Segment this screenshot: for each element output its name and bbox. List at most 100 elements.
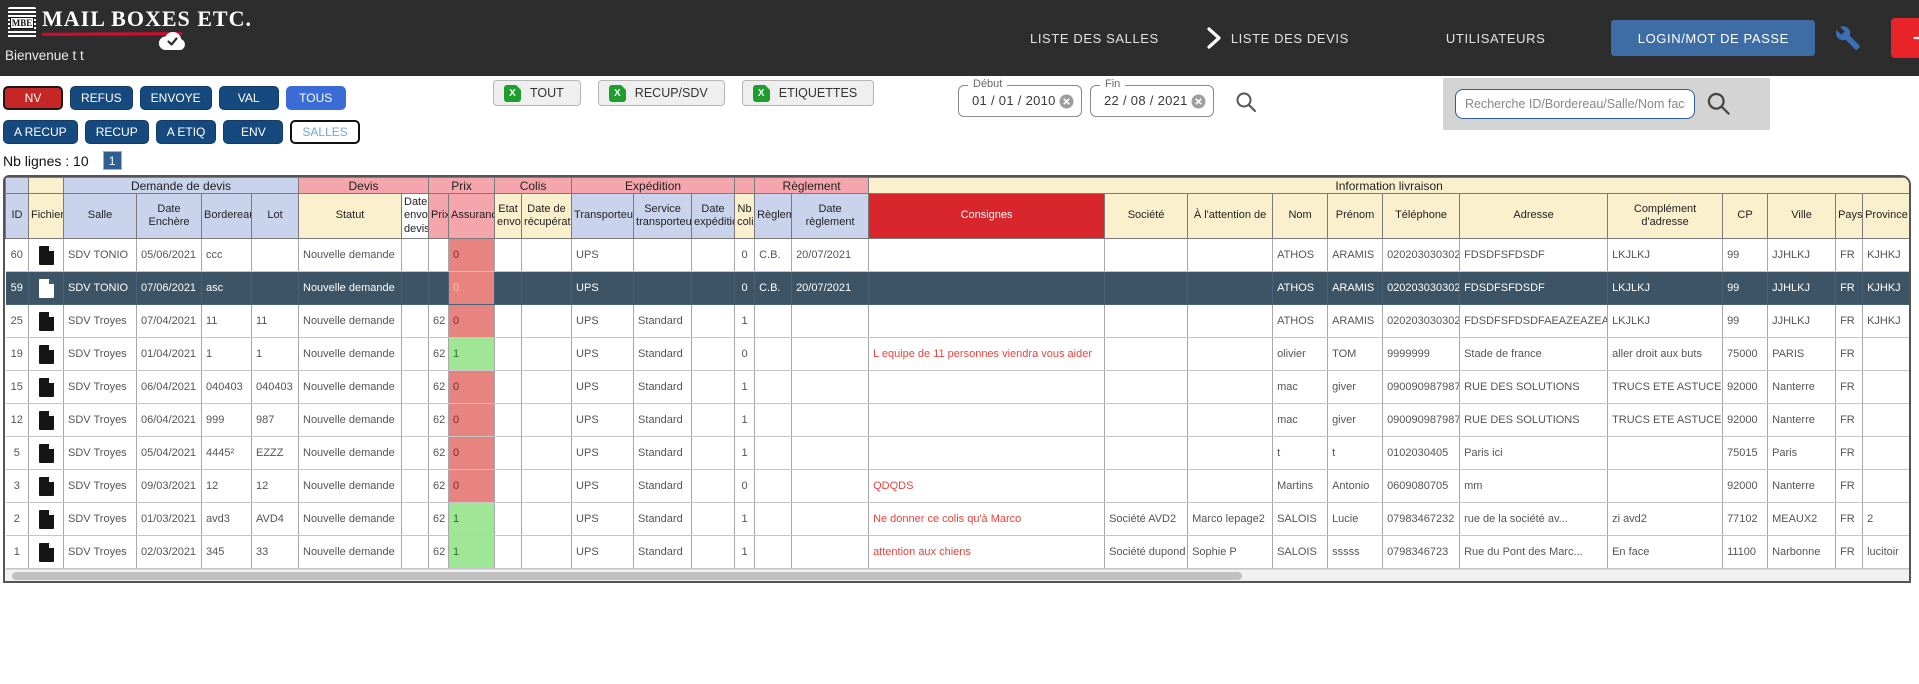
column-header-telephone[interactable]: Téléphone bbox=[1383, 194, 1460, 239]
export-button-etiquettes[interactable]: XETIQUETTES bbox=[742, 80, 874, 106]
file-icon[interactable] bbox=[39, 510, 54, 529]
cell-date_envoi_devis bbox=[402, 338, 429, 371]
filter-button-tous[interactable]: TOUS bbox=[286, 86, 346, 110]
filter-button-nv[interactable]: NV bbox=[3, 86, 63, 110]
column-header-transporteur[interactable]: Transporteur bbox=[572, 194, 634, 239]
column-header-consignes[interactable]: Consignes bbox=[869, 194, 1105, 239]
file-icon[interactable] bbox=[39, 279, 54, 298]
search-icon[interactable] bbox=[1705, 90, 1732, 122]
table-row-id-5[interactable]: 5SDV Troyes05/04/20214445²EZZZNouvelle d… bbox=[6, 437, 1910, 470]
table-row-id-1[interactable]: 1SDV Troyes02/03/202134533Nouvelle deman… bbox=[6, 536, 1910, 569]
cell-adresse: Paris ici bbox=[1460, 437, 1608, 470]
nav-utilisateurs[interactable]: UTILISATEURS bbox=[1446, 31, 1545, 46]
cell-ville: MEAUX2 bbox=[1768, 503, 1836, 536]
column-header-cp[interactable]: CP bbox=[1723, 194, 1768, 239]
nav-liste-des-salles[interactable]: LISTE DES SALLES bbox=[1030, 31, 1159, 46]
column-header-ville[interactable]: Ville bbox=[1768, 194, 1836, 239]
export-button-tout[interactable]: XTOUT bbox=[493, 80, 581, 106]
cell-consignes: L equipe de 11 personnes viendra vous ai… bbox=[869, 338, 1105, 371]
filter-button-a-etiq[interactable]: A ETIQ bbox=[156, 120, 217, 144]
file-icon[interactable] bbox=[39, 312, 54, 331]
login-password-button[interactable]: LOGIN/MOT DE PASSE bbox=[1611, 20, 1815, 56]
search-input[interactable] bbox=[1455, 89, 1695, 119]
cell-lot: AVD4 bbox=[252, 503, 299, 536]
table-row-id-12[interactable]: 12SDV Troyes06/04/2021999987Nouvelle dem… bbox=[6, 404, 1910, 437]
column-header-statut[interactable]: Statut bbox=[299, 194, 402, 239]
filter-button-envoye[interactable]: ENVOYE bbox=[140, 86, 212, 110]
table-row-id-60[interactable]: 60SDV TONIO05/06/2021cccNouvelle demande… bbox=[6, 239, 1910, 272]
column-header-societe[interactable]: Société bbox=[1105, 194, 1188, 239]
column-header-etat_envoi[interactable]: Etat envoi bbox=[495, 194, 522, 239]
column-header-complement_adresse[interactable]: Complément d'adresse bbox=[1608, 194, 1723, 239]
column-header-lot[interactable]: Lot bbox=[252, 194, 299, 239]
cell-date_expedition bbox=[692, 470, 735, 503]
cell-transporteur: UPS bbox=[572, 371, 634, 404]
column-header-nom[interactable]: Nom bbox=[1273, 194, 1328, 239]
column-header-salle[interactable]: Salle bbox=[64, 194, 137, 239]
filter-button-val[interactable]: VAL bbox=[219, 86, 279, 110]
column-header-id[interactable]: ID bbox=[6, 194, 29, 239]
file-icon[interactable] bbox=[39, 345, 54, 364]
date-end-field[interactable]: Fin 22 / 08 / 2021 bbox=[1090, 85, 1214, 117]
wrench-icon[interactable] bbox=[1835, 25, 1861, 51]
column-header-attention_de[interactable]: À l'attention de bbox=[1188, 194, 1273, 239]
column-header-reglement[interactable]: Règlement bbox=[755, 194, 792, 239]
column-header-date_expedition[interactable]: Date expédition bbox=[692, 194, 735, 239]
nav-liste-des-devis[interactable]: LISTE DES DEVIS bbox=[1231, 31, 1349, 46]
column-header-adresse[interactable]: Adresse bbox=[1460, 194, 1608, 239]
table-row-id-15[interactable]: 15SDV Troyes06/04/2021040403040403Nouvel… bbox=[6, 371, 1910, 404]
file-icon[interactable] bbox=[39, 378, 54, 397]
column-header-pays[interactable]: Pays bbox=[1836, 194, 1863, 239]
filter-button-recup[interactable]: RECUP bbox=[85, 120, 149, 144]
table-row-id-19[interactable]: 19SDV Troyes01/04/202111Nouvelle demande… bbox=[6, 338, 1910, 371]
table-row-id-3[interactable]: 3SDV Troyes09/03/20211212Nouvelle demand… bbox=[6, 470, 1910, 503]
column-header-assurance[interactable]: Assurance bbox=[449, 194, 495, 239]
date-search-icon[interactable] bbox=[1234, 90, 1258, 119]
cell-id: 5 bbox=[6, 437, 29, 470]
column-header-prenom[interactable]: Prénom bbox=[1328, 194, 1383, 239]
cell-telephone: 0798346723 bbox=[1383, 536, 1460, 569]
cell-salle: SDV TONIO bbox=[64, 272, 137, 305]
horizontal-scrollbar-thumb[interactable] bbox=[12, 572, 1242, 580]
column-header-nb_colis[interactable]: Nb colis bbox=[735, 194, 755, 239]
cell-statut: Nouvelle demande bbox=[299, 437, 402, 470]
column-header-bordereau[interactable]: Bordereau bbox=[202, 194, 252, 239]
cell-cp: 75015 bbox=[1723, 437, 1768, 470]
file-icon[interactable] bbox=[39, 543, 54, 562]
clear-date-end-icon[interactable] bbox=[1191, 94, 1206, 114]
date-start-field[interactable]: Début 01 / 01 / 2010 bbox=[958, 85, 1082, 117]
column-header-province[interactable]: Province bbox=[1863, 194, 1910, 239]
column-header-date_enchere[interactable]: Date Enchère bbox=[137, 194, 202, 239]
cell-bordereau: 12 bbox=[202, 470, 252, 503]
cell-date_recuperation bbox=[522, 437, 572, 470]
cell-ville: Narbonne bbox=[1768, 536, 1836, 569]
filter-button-env[interactable]: ENV bbox=[223, 120, 283, 144]
column-header-date_reglement[interactable]: Date règlement bbox=[792, 194, 869, 239]
table-row-id-2[interactable]: 2SDV Troyes01/03/2021avd3AVD4Nouvelle de… bbox=[6, 503, 1910, 536]
filter-button-refus[interactable]: REFUS bbox=[70, 86, 133, 110]
column-header-prix[interactable]: Prix bbox=[429, 194, 449, 239]
table-row-id-25[interactable]: 25SDV Troyes07/04/20211111Nouvelle deman… bbox=[6, 305, 1910, 338]
file-icon[interactable] bbox=[39, 477, 54, 496]
horizontal-scrollbar[interactable] bbox=[5, 569, 1909, 581]
column-header-date_envoi_devis[interactable]: Date envoi devis bbox=[402, 194, 429, 239]
file-icon[interactable] bbox=[39, 246, 54, 265]
export-button-recup-sdv[interactable]: XRECUP/SDV bbox=[598, 80, 725, 106]
file-icon[interactable] bbox=[39, 444, 54, 463]
logout-button[interactable] bbox=[1891, 18, 1919, 58]
cell-province bbox=[1863, 404, 1910, 437]
cell-attention_de bbox=[1188, 404, 1273, 437]
cell-nom: ATHOS bbox=[1273, 272, 1328, 305]
column-header-date_recuperation[interactable]: Date de récupération bbox=[522, 194, 572, 239]
filter-button-salles[interactable]: SALLES bbox=[290, 120, 359, 144]
filter-button-a-recup[interactable]: A RECUP bbox=[3, 120, 78, 144]
page-number-badge[interactable]: 1 bbox=[103, 151, 122, 170]
mbe-logo: MBE MAIL BOXES ETC. bbox=[8, 7, 252, 38]
clear-date-start-icon[interactable] bbox=[1059, 94, 1074, 114]
column-header-service_transporteur[interactable]: Service transporteur bbox=[634, 194, 692, 239]
cell-transporteur: UPS bbox=[572, 404, 634, 437]
table-row-id-59[interactable]: 59SDV TONIO07/06/2021ascNouvelle demande… bbox=[6, 272, 1910, 305]
column-header-fichier[interactable]: Fichier bbox=[29, 194, 64, 239]
file-icon[interactable] bbox=[39, 411, 54, 430]
cell-province: KJHKJ bbox=[1863, 239, 1910, 272]
